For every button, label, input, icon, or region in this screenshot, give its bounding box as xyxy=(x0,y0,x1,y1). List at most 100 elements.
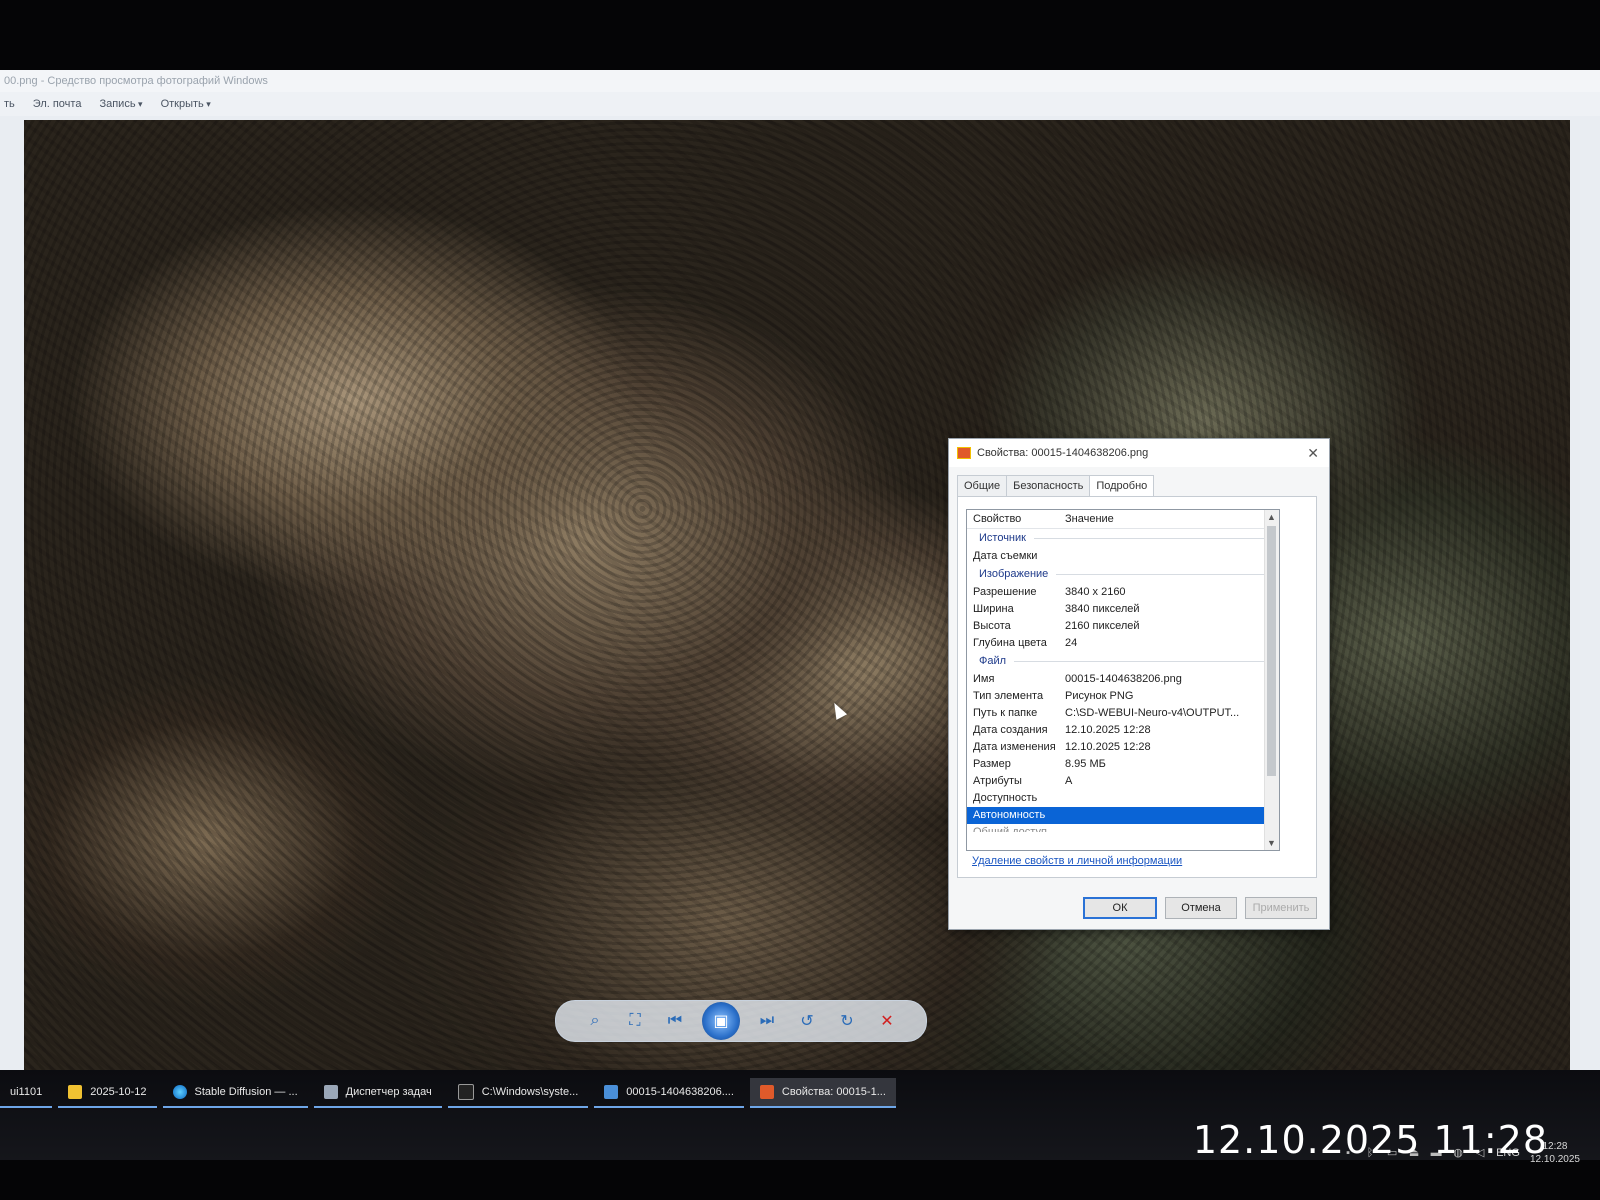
taskbar-item[interactable]: C:\Windows\syste... xyxy=(447,1078,589,1108)
property-value: A xyxy=(1065,775,1073,787)
property-list[interactable]: Свойство Значение Источник Дата съемки И… xyxy=(966,509,1280,851)
list-item[interactable]: Атрибуты A xyxy=(967,773,1279,790)
menu-bar: ть Эл. почта Запись Открыть xyxy=(0,92,1600,116)
list-item[interactable]: Дата создания 12.10.2025 12:28 xyxy=(967,722,1279,739)
apply-button[interactable]: Применить xyxy=(1245,897,1317,919)
photo-viewport xyxy=(24,120,1570,1092)
list-item-selected[interactable]: Автономность xyxy=(967,807,1279,824)
property-key: Путь к папке xyxy=(973,707,1038,719)
scroll-up-icon[interactable]: ▲ xyxy=(1267,512,1276,522)
list-scrollbar[interactable]: ▲ ▼ xyxy=(1264,510,1279,850)
image-file-icon xyxy=(957,447,971,459)
photo-viewer-icon xyxy=(604,1085,619,1099)
monitor-screen: 00.png - Средство просмотра фотографий W… xyxy=(0,70,1600,1165)
taskbar-item-active[interactable]: Свойства: 00015-1... xyxy=(749,1078,896,1108)
list-item[interactable]: Дата изменения 12.10.2025 12:28 xyxy=(967,739,1279,756)
window-title: 00.png - Средство просмотра фотографий W… xyxy=(0,70,1600,92)
rotate-cw-icon[interactable]: ↻ xyxy=(834,1008,860,1034)
delete-icon[interactable]: ✕ xyxy=(874,1008,900,1034)
properties-icon xyxy=(759,1085,774,1099)
property-value: 12.10.2025 12:28 xyxy=(1065,741,1151,753)
taskbar-items: ui1101 2025-10-12 Stable Diffusion — ...… xyxy=(0,1078,896,1108)
property-key: Атрибуты xyxy=(973,775,1022,787)
remove-properties-link[interactable]: Удаление свойств и личной информации xyxy=(972,855,1182,867)
list-item[interactable]: Высота 2160 пикселей xyxy=(967,618,1279,635)
edge-browser-icon xyxy=(172,1085,187,1099)
list-item[interactable]: Глубина цвета 24 xyxy=(967,635,1279,652)
property-key: Общий доступ xyxy=(973,826,1047,832)
list-item[interactable]: Путь к папке C:\SD-WEBUI-Neuro-v4\OUTPUT… xyxy=(967,705,1279,722)
task-manager-icon xyxy=(323,1085,338,1099)
list-item[interactable]: Ширина 3840 пикселей xyxy=(967,601,1279,618)
taskbar-item-label: Stable Diffusion — ... xyxy=(194,1086,298,1098)
console-icon xyxy=(457,1084,474,1100)
property-value: 8.95 МБ xyxy=(1065,758,1106,770)
list-item[interactable]: Тип элемента Рисунок PNG xyxy=(967,688,1279,705)
taskbar-item[interactable]: 00015-1404638206.... xyxy=(594,1078,744,1108)
tab-security[interactable]: Безопасность xyxy=(1006,475,1091,496)
previous-icon[interactable]: ⏮ xyxy=(662,1008,688,1034)
photo-timestamp: 12.10.2025 11:28 xyxy=(1192,1118,1548,1162)
menu-item-email[interactable]: Эл. почта xyxy=(33,92,82,116)
zoom-icon[interactable]: ⌕ xyxy=(582,1008,608,1034)
dialog-titlebar: Свойства: 00015-1404638206.png ✕ xyxy=(949,439,1329,467)
property-key: Глубина цвета xyxy=(973,637,1047,649)
property-key: Высота xyxy=(973,620,1011,632)
property-key: Дата изменения xyxy=(973,741,1056,753)
group-source: Источник xyxy=(967,529,1279,548)
list-item[interactable]: Общий доступ xyxy=(967,824,1279,832)
column-property[interactable]: Свойство xyxy=(967,510,1065,528)
property-value xyxy=(1065,790,1279,807)
property-value xyxy=(1065,548,1279,565)
ok-button[interactable]: ОК xyxy=(1083,897,1157,919)
fit-window-icon[interactable]: ⛶ xyxy=(622,1008,648,1034)
taskbar-item[interactable]: Диспетчер задач xyxy=(313,1078,442,1108)
property-key: Дата съемки xyxy=(973,550,1038,562)
taskbar-item-label: Свойства: 00015-1... xyxy=(781,1086,886,1098)
rotate-ccw-icon[interactable]: ↺ xyxy=(794,1008,820,1034)
menu-item-burn[interactable]: Запись xyxy=(99,92,142,116)
list-item[interactable]: Размер 8.95 МБ xyxy=(967,756,1279,773)
property-key: Тип элемента xyxy=(973,690,1044,702)
close-icon[interactable]: ✕ xyxy=(1307,439,1319,467)
taskbar-item-label: ui1101 xyxy=(10,1086,43,1098)
next-icon[interactable]: ⏭ xyxy=(754,1008,780,1034)
property-key: Размер xyxy=(973,758,1011,770)
dialog-title: Свойства: 00015-1404638206.png xyxy=(977,447,1149,459)
list-item[interactable]: Имя 00015-1404638206.png xyxy=(967,671,1279,688)
details-panel: Свойство Значение Источник Дата съемки И… xyxy=(957,496,1317,878)
taskbar-item[interactable]: ui1101 xyxy=(0,1078,53,1108)
taskbar-item-label: C:\Windows\syste... xyxy=(481,1086,579,1098)
menu-item-open[interactable]: Открыть xyxy=(161,92,211,116)
property-key: Дата создания xyxy=(973,724,1048,736)
slideshow-icon[interactable]: ▣ xyxy=(702,1002,740,1040)
property-value: 3840 x 2160 xyxy=(1065,586,1126,598)
property-value: C:\SD-WEBUI-Neuro-v4\OUTPUT... xyxy=(1065,707,1240,719)
list-item[interactable]: Доступность xyxy=(967,790,1279,807)
property-key: Разрешение xyxy=(973,586,1037,598)
property-key: Автономность xyxy=(973,809,1046,821)
menu-item-print[interactable]: ть xyxy=(4,92,15,116)
property-value: 2160 пикселей xyxy=(1065,620,1140,632)
group-file: Файл xyxy=(967,652,1279,671)
scroll-thumb[interactable] xyxy=(1267,526,1276,776)
column-value[interactable]: Значение xyxy=(1065,510,1279,528)
property-key: Имя xyxy=(973,673,995,685)
taskbar-item-label: 00015-1404638206.... xyxy=(626,1086,734,1098)
scroll-down-icon[interactable]: ▼ xyxy=(1267,838,1276,848)
tab-details[interactable]: Подробно xyxy=(1089,475,1155,498)
property-key: Доступность xyxy=(973,792,1038,804)
taskbar-item[interactable]: Stable Diffusion — ... xyxy=(162,1078,308,1108)
viewer-toolbar: ⌕ ⛶ ⏮ ▣ ⏭ ↺ ↻ ✕ xyxy=(555,1000,927,1042)
property-value: 24 xyxy=(1065,637,1078,649)
taskbar-item-label: Диспетчер задач xyxy=(345,1086,432,1098)
taskbar-item[interactable]: 2025-10-12 xyxy=(58,1078,157,1108)
tab-general[interactable]: Общие xyxy=(957,475,1008,496)
property-value: 3840 пикселей xyxy=(1065,603,1140,615)
property-value: 12.10.2025 12:28 xyxy=(1065,724,1151,736)
list-item[interactable]: Дата съемки xyxy=(967,548,1279,565)
folder-icon xyxy=(68,1085,83,1099)
cancel-button[interactable]: Отмена xyxy=(1165,897,1237,919)
properties-dialog: Свойства: 00015-1404638206.png ✕ Общие Б… xyxy=(948,438,1330,930)
list-item[interactable]: Разрешение 3840 x 2160 xyxy=(967,584,1279,601)
